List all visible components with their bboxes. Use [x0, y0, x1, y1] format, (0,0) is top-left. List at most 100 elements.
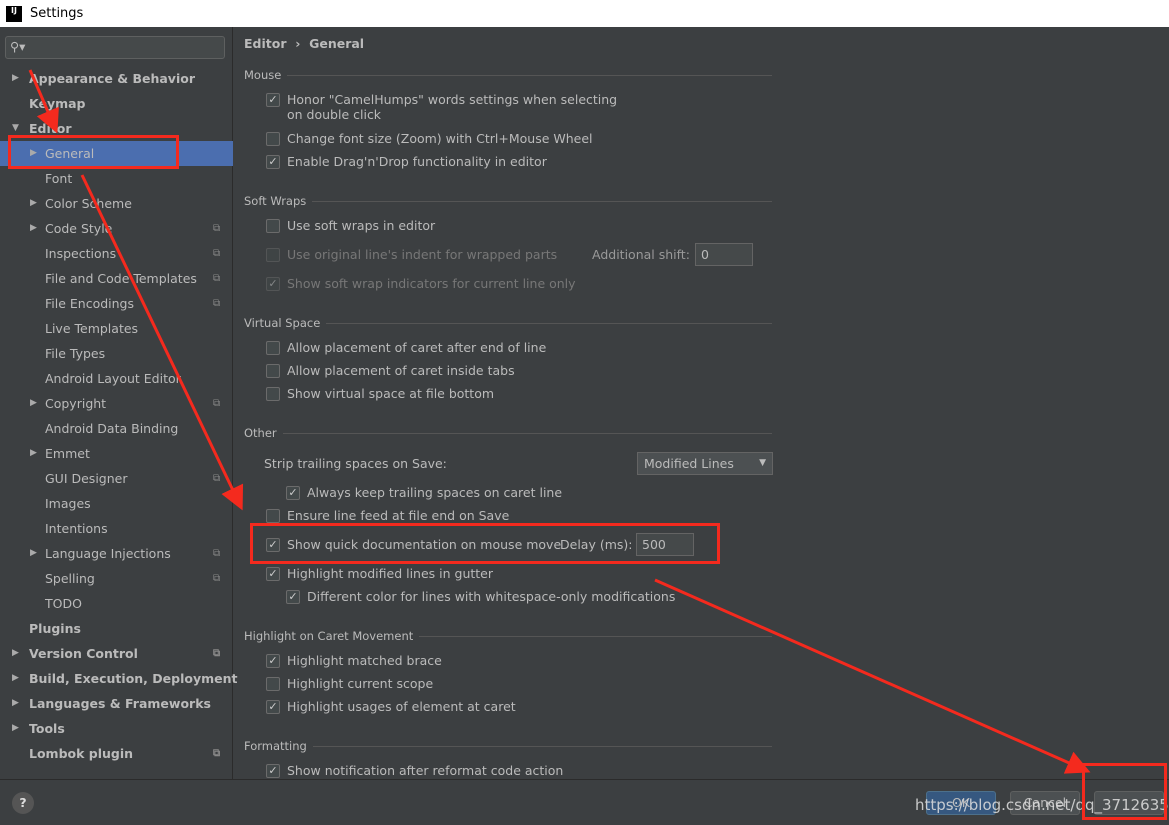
chevron-right-icon[interactable]: ▶ — [12, 691, 19, 716]
tree-item-live-templates[interactable]: Live Templates — [0, 316, 233, 341]
checkbox-unchecked-icon[interactable] — [266, 132, 280, 146]
tree-item-general[interactable]: ▶ General — [0, 141, 233, 166]
quick-doc-checkbox[interactable]: ✓ Show quick documentation on mouse move — [266, 537, 561, 552]
settings-sidebar: ⚲▾ ▶ Appearance & Behavior Keymap ▼ Editor ▶ G… — [0, 27, 237, 779]
tree-item-keymap[interactable]: Keymap — [0, 91, 233, 116]
tree-item-todo[interactable]: TODO — [0, 591, 233, 616]
tree-item-color-scheme[interactable]: ▶ Color Scheme — [0, 191, 233, 216]
usages-checkbox[interactable]: ✓ Highlight usages of element at caret — [266, 699, 516, 714]
chevron-right-icon[interactable]: ▶ — [12, 66, 19, 91]
tree-item-lombok-plugin[interactable]: Lombok plugin ⧉ — [0, 741, 233, 766]
tree-item-version-control[interactable]: ▶ Version Control ⧉ — [0, 641, 233, 666]
checkbox-label: Show soft wrap indicators for current li… — [287, 276, 576, 291]
chevron-right-icon[interactable]: ▶ — [30, 541, 37, 566]
caret-inside-tabs-checkbox[interactable]: Allow placement of caret inside tabs — [266, 363, 515, 378]
virtual-space-bottom-checkbox[interactable]: Show virtual space at file bottom — [266, 386, 494, 401]
help-button[interactable]: ? — [12, 792, 34, 814]
original-indent-checkbox[interactable]: Use original line's indent for wrapped p… — [266, 247, 557, 262]
keep-trailing-checkbox[interactable]: ✓ Always keep trailing spaces on caret li… — [286, 485, 562, 500]
soft-wraps-checkbox[interactable]: Use soft wraps in editor — [266, 218, 435, 233]
tree-item-label: Plugins — [29, 621, 81, 636]
tree-item-android-layout-editor[interactable]: Android Layout Editor — [0, 366, 233, 391]
tree-item-copyright[interactable]: ▶ Copyright ⧉ — [0, 391, 233, 416]
tree-item-languages-frameworks[interactable]: ▶ Languages & Frameworks — [0, 691, 233, 716]
section-formatting: Formatting — [244, 739, 772, 753]
tree-item-build-execution-deployment[interactable]: ▶ Build, Execution, Deployment — [0, 666, 237, 691]
settings-tree: ▶ Appearance & Behavior Keymap ▼ Editor ▶ Gene… — [0, 66, 237, 766]
checkbox-unchecked-icon[interactable] — [266, 248, 280, 262]
whitespace-modifications-checkbox[interactable]: ✓ Different color for lines with whitespa… — [286, 589, 675, 604]
caret-after-end-checkbox[interactable]: Allow placement of caret after end of li… — [266, 340, 546, 355]
checkbox-checked-icon[interactable]: ✓ — [266, 700, 280, 714]
dragdrop-checkbox[interactable]: ✓ Enable Drag'n'Drop functionality in edi… — [266, 154, 547, 169]
tree-item-spelling[interactable]: Spelling ⧉ — [0, 566, 233, 591]
checkbox-checked-icon[interactable]: ✓ — [266, 654, 280, 668]
tree-item-file-types[interactable]: File Types — [0, 341, 233, 366]
tree-item-emmet[interactable]: ▶ Emmet — [0, 441, 233, 466]
chevron-right-icon[interactable]: ▶ — [30, 141, 37, 166]
chevron-right-icon[interactable]: ▶ — [30, 441, 37, 466]
checkbox-checked-icon[interactable]: ✓ — [266, 567, 280, 581]
modified-lines-checkbox[interactable]: ✓ Highlight modified lines in gutter — [266, 566, 493, 581]
chevron-right-icon[interactable]: ▶ — [30, 216, 37, 241]
matched-brace-checkbox[interactable]: ✓ Highlight matched brace — [266, 653, 442, 668]
line-feed-checkbox[interactable]: Ensure line feed at file end on Save — [266, 508, 509, 523]
current-scope-checkbox[interactable]: Highlight current scope — [266, 676, 433, 691]
checkbox-unchecked-icon[interactable] — [266, 387, 280, 401]
zoom-checkbox[interactable]: Change font size (Zoom) with Ctrl+Mouse … — [266, 131, 593, 146]
checkbox-checked-icon[interactable]: ✓ — [266, 764, 280, 778]
checkbox-unchecked-icon[interactable] — [266, 364, 280, 378]
tree-item-plugins[interactable]: Plugins — [0, 616, 233, 641]
delay-input[interactable]: 500 — [636, 533, 694, 556]
checkbox-checked-icon[interactable]: ✓ — [266, 155, 280, 169]
checkbox-checked-icon[interactable]: ✓ — [266, 93, 280, 107]
tree-item-code-style[interactable]: ▶ Code Style ⧉ — [0, 216, 233, 241]
tree-item-file-encodings[interactable]: File Encodings ⧉ — [0, 291, 233, 316]
checkbox-checked-icon[interactable]: ✓ — [286, 486, 300, 500]
tree-item-file-and-code-templates[interactable]: File and Code Templates ⧉ — [0, 266, 233, 291]
checkbox-label: Highlight usages of element at caret — [287, 699, 516, 714]
chevron-right-icon[interactable]: ▶ — [12, 641, 19, 666]
chevron-right-icon[interactable]: ▶ — [30, 191, 37, 216]
strip-trailing-select[interactable]: Modified Lines ▼ — [637, 452, 773, 475]
tree-item-label: GUI Designer — [45, 471, 128, 486]
tree-item-label: File Types — [45, 346, 106, 361]
checkbox-unchecked-icon[interactable] — [266, 677, 280, 691]
tree-item-language-injections[interactable]: ▶ Language Injections ⧉ — [0, 541, 233, 566]
checkbox-checked-icon[interactable]: ✓ — [266, 277, 280, 291]
soft-wrap-indicators-checkbox[interactable]: ✓ Show soft wrap indicators for current l… — [266, 276, 576, 291]
checkbox-label: Allow placement of caret after end of li… — [287, 340, 547, 355]
tree-item-inspections[interactable]: Inspections ⧉ — [0, 241, 233, 266]
reformat-notification-checkbox[interactable]: ✓ Show notification after reformat code a… — [266, 763, 563, 778]
tree-item-gui-designer[interactable]: GUI Designer ⧉ — [0, 466, 233, 491]
chevron-right-icon[interactable]: ▶ — [12, 716, 19, 741]
checkbox-label: Allow placement of caret inside tabs — [287, 363, 515, 378]
tree-item-appearance-behavior[interactable]: ▶ Appearance & Behavior — [0, 66, 233, 91]
camelhumps-checkbox[interactable]: ✓ Honor "CamelHumps" words settings when … — [266, 92, 626, 122]
breadcrumb-separator: › — [295, 36, 301, 51]
tree-item-android-data-binding[interactable]: Android Data Binding — [0, 416, 233, 441]
tree-item-label: Build, Execution, Deployment — [29, 671, 238, 686]
breadcrumb-parent[interactable]: Editor — [244, 36, 287, 51]
chevron-right-icon[interactable]: ▶ — [12, 666, 19, 691]
checkbox-checked-icon[interactable]: ✓ — [266, 538, 280, 552]
tree-item-tools[interactable]: ▶ Tools — [0, 716, 233, 741]
tree-item-editor[interactable]: ▼ Editor — [0, 116, 233, 141]
chevron-right-icon[interactable]: ▶ — [30, 391, 37, 416]
tree-item-intentions[interactable]: Intentions — [0, 516, 233, 541]
tree-item-label: Language Injections — [45, 546, 171, 561]
tree-item-label: Appearance & Behavior — [29, 71, 195, 86]
window-title: Settings — [30, 6, 84, 21]
project-scope-icon: ⧉ — [213, 248, 221, 259]
project-scope-icon: ⧉ — [213, 273, 221, 284]
checkbox-unchecked-icon[interactable] — [266, 219, 280, 233]
checkbox-checked-icon[interactable]: ✓ — [286, 590, 300, 604]
search-input[interactable]: ⚲▾ — [5, 36, 225, 59]
chevron-down-icon[interactable]: ▼ — [12, 116, 19, 141]
section-soft-wraps: Soft Wraps — [244, 194, 772, 208]
tree-item-font[interactable]: Font — [0, 166, 233, 191]
tree-item-images[interactable]: Images — [0, 491, 233, 516]
additional-shift-input[interactable]: 0 — [695, 243, 753, 266]
checkbox-unchecked-icon[interactable] — [266, 341, 280, 355]
checkbox-unchecked-icon[interactable] — [266, 509, 280, 523]
